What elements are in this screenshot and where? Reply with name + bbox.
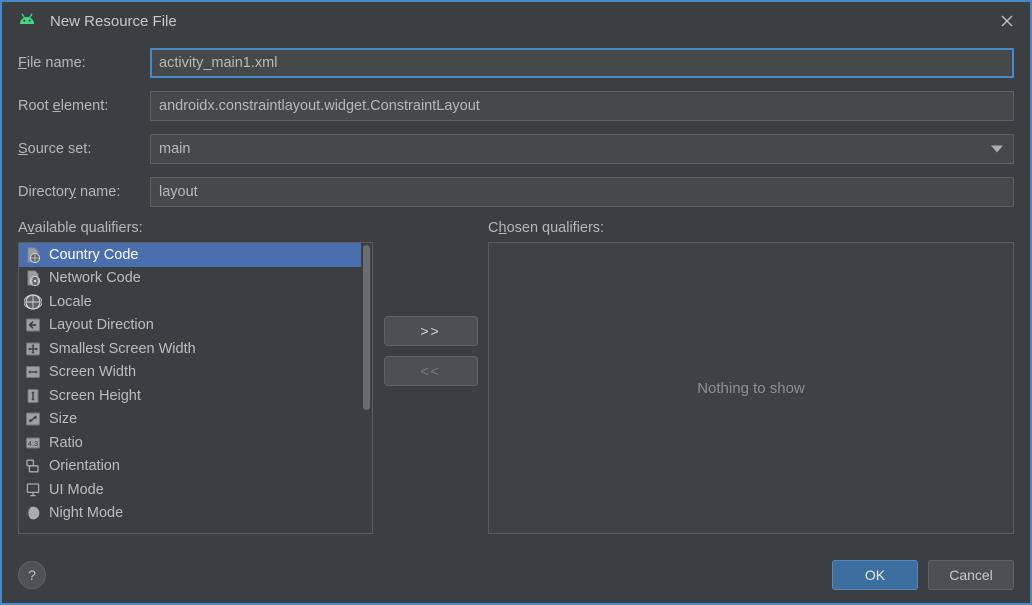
list-item-label: Night Mode xyxy=(49,505,124,522)
directory-name-label: Directory name: xyxy=(18,184,121,200)
list-item-label: Locale xyxy=(49,293,92,310)
screen-height-icon xyxy=(24,387,42,405)
night-mode-icon xyxy=(24,504,42,522)
screen-width-icon xyxy=(24,363,42,381)
directory-name-row: Directory name: xyxy=(18,177,1014,207)
chosen-qualifiers-list[interactable]: Nothing to show xyxy=(488,242,1014,534)
list-item[interactable]: UI Mode xyxy=(19,478,372,502)
source-set-label: Source set: xyxy=(18,141,92,157)
list-item[interactable]: Size xyxy=(19,408,372,432)
list-item-label: Layout Direction xyxy=(49,317,154,334)
network-code-icon xyxy=(24,269,42,287)
help-button[interactable]: ? xyxy=(18,561,46,589)
window-title: New Resource File xyxy=(50,12,177,30)
list-item-label: Orientation xyxy=(49,458,120,475)
new-resource-file-dialog: New Resource File File name: Root elemen… xyxy=(0,0,1032,605)
source-set-value: main xyxy=(159,141,191,157)
root-element-input[interactable] xyxy=(150,91,1014,121)
list-item[interactable]: Country Code xyxy=(19,243,372,267)
root-element-row: Root element: xyxy=(18,91,1014,121)
list-item[interactable]: Network Code xyxy=(19,267,372,291)
directory-name-input[interactable] xyxy=(150,177,1014,207)
chosen-qualifiers-label: Chosen qualifiers: xyxy=(488,220,605,236)
list-item-label: Screen Height xyxy=(49,387,141,404)
nothing-to-show-text: Nothing to show xyxy=(697,379,805,397)
list-scrollbar[interactable] xyxy=(361,243,372,533)
source-set-row: Source set: main xyxy=(18,134,1014,164)
list-item[interactable]: Night Mode xyxy=(19,502,372,526)
source-set-dropdown[interactable]: main xyxy=(150,134,1014,164)
file-name-input[interactable] xyxy=(150,48,1014,78)
available-qualifiers-column: Available qualifiers: Country Code Networ… xyxy=(18,220,373,534)
available-qualifiers-list[interactable]: Country Code Network Code Locale Layout Dir… xyxy=(18,242,373,534)
list-item[interactable]: Locale xyxy=(19,290,372,314)
list-item-label: Ratio xyxy=(49,434,83,451)
list-item[interactable]: Screen Width xyxy=(19,361,372,385)
list-item[interactable]: Orientation xyxy=(19,455,372,479)
list-item-label: UI Mode xyxy=(49,481,104,498)
list-item-label: Smallest Screen Width xyxy=(49,340,196,357)
add-qualifier-button[interactable]: >> xyxy=(383,316,478,346)
list-item[interactable]: Screen Height xyxy=(19,384,372,408)
chevron-down-icon xyxy=(991,145,1003,153)
android-robot-icon xyxy=(16,10,38,32)
dialog-body: File name: Root element: Source set: mai… xyxy=(2,40,1030,547)
chosen-qualifiers-column: Chosen qualifiers: Nothing to show xyxy=(488,220,1014,534)
close-icon[interactable] xyxy=(984,2,1030,40)
list-item-label: Size xyxy=(49,411,78,428)
list-item-label: Country Code xyxy=(49,246,139,263)
list-item[interactable]: Layout Direction xyxy=(19,314,372,338)
orientation-icon xyxy=(24,457,42,475)
title-bar: New Resource File xyxy=(2,2,1030,40)
layout-direction-icon xyxy=(24,316,42,334)
remove-qualifier-button[interactable]: << xyxy=(383,356,478,386)
list-item-label: Screen Width xyxy=(49,364,137,381)
ui-mode-icon xyxy=(24,481,42,499)
dialog-footer: ? OK Cancel xyxy=(2,547,1030,603)
svg-text:4:3: 4:3 xyxy=(28,439,38,448)
root-element-label: Root element: xyxy=(18,98,109,114)
globe-icon xyxy=(24,293,42,311)
list-scrollbar-thumb[interactable] xyxy=(363,245,370,410)
file-name-row: File name: xyxy=(18,48,1014,78)
file-name-label: File name: xyxy=(18,55,86,71)
country-code-icon xyxy=(24,246,42,264)
qualifiers-area: Available qualifiers: Country Code Networ… xyxy=(18,220,1014,534)
list-item[interactable]: 4:3 Ratio xyxy=(19,431,372,455)
size-icon xyxy=(24,410,42,428)
available-qualifiers-label: Available qualifiers: xyxy=(18,220,143,236)
available-qualifiers-items: Country Code Network Code Locale Layout Dir… xyxy=(19,243,372,525)
ok-button[interactable]: OK xyxy=(832,560,918,590)
list-item[interactable]: Smallest Screen Width xyxy=(19,337,372,361)
smallest-screen-width-icon xyxy=(24,340,42,358)
cancel-button[interactable]: Cancel xyxy=(928,560,1014,590)
list-item-label: Network Code xyxy=(49,270,141,287)
ratio-icon: 4:3 xyxy=(24,434,42,452)
transfer-buttons-column: >> << xyxy=(373,220,488,534)
